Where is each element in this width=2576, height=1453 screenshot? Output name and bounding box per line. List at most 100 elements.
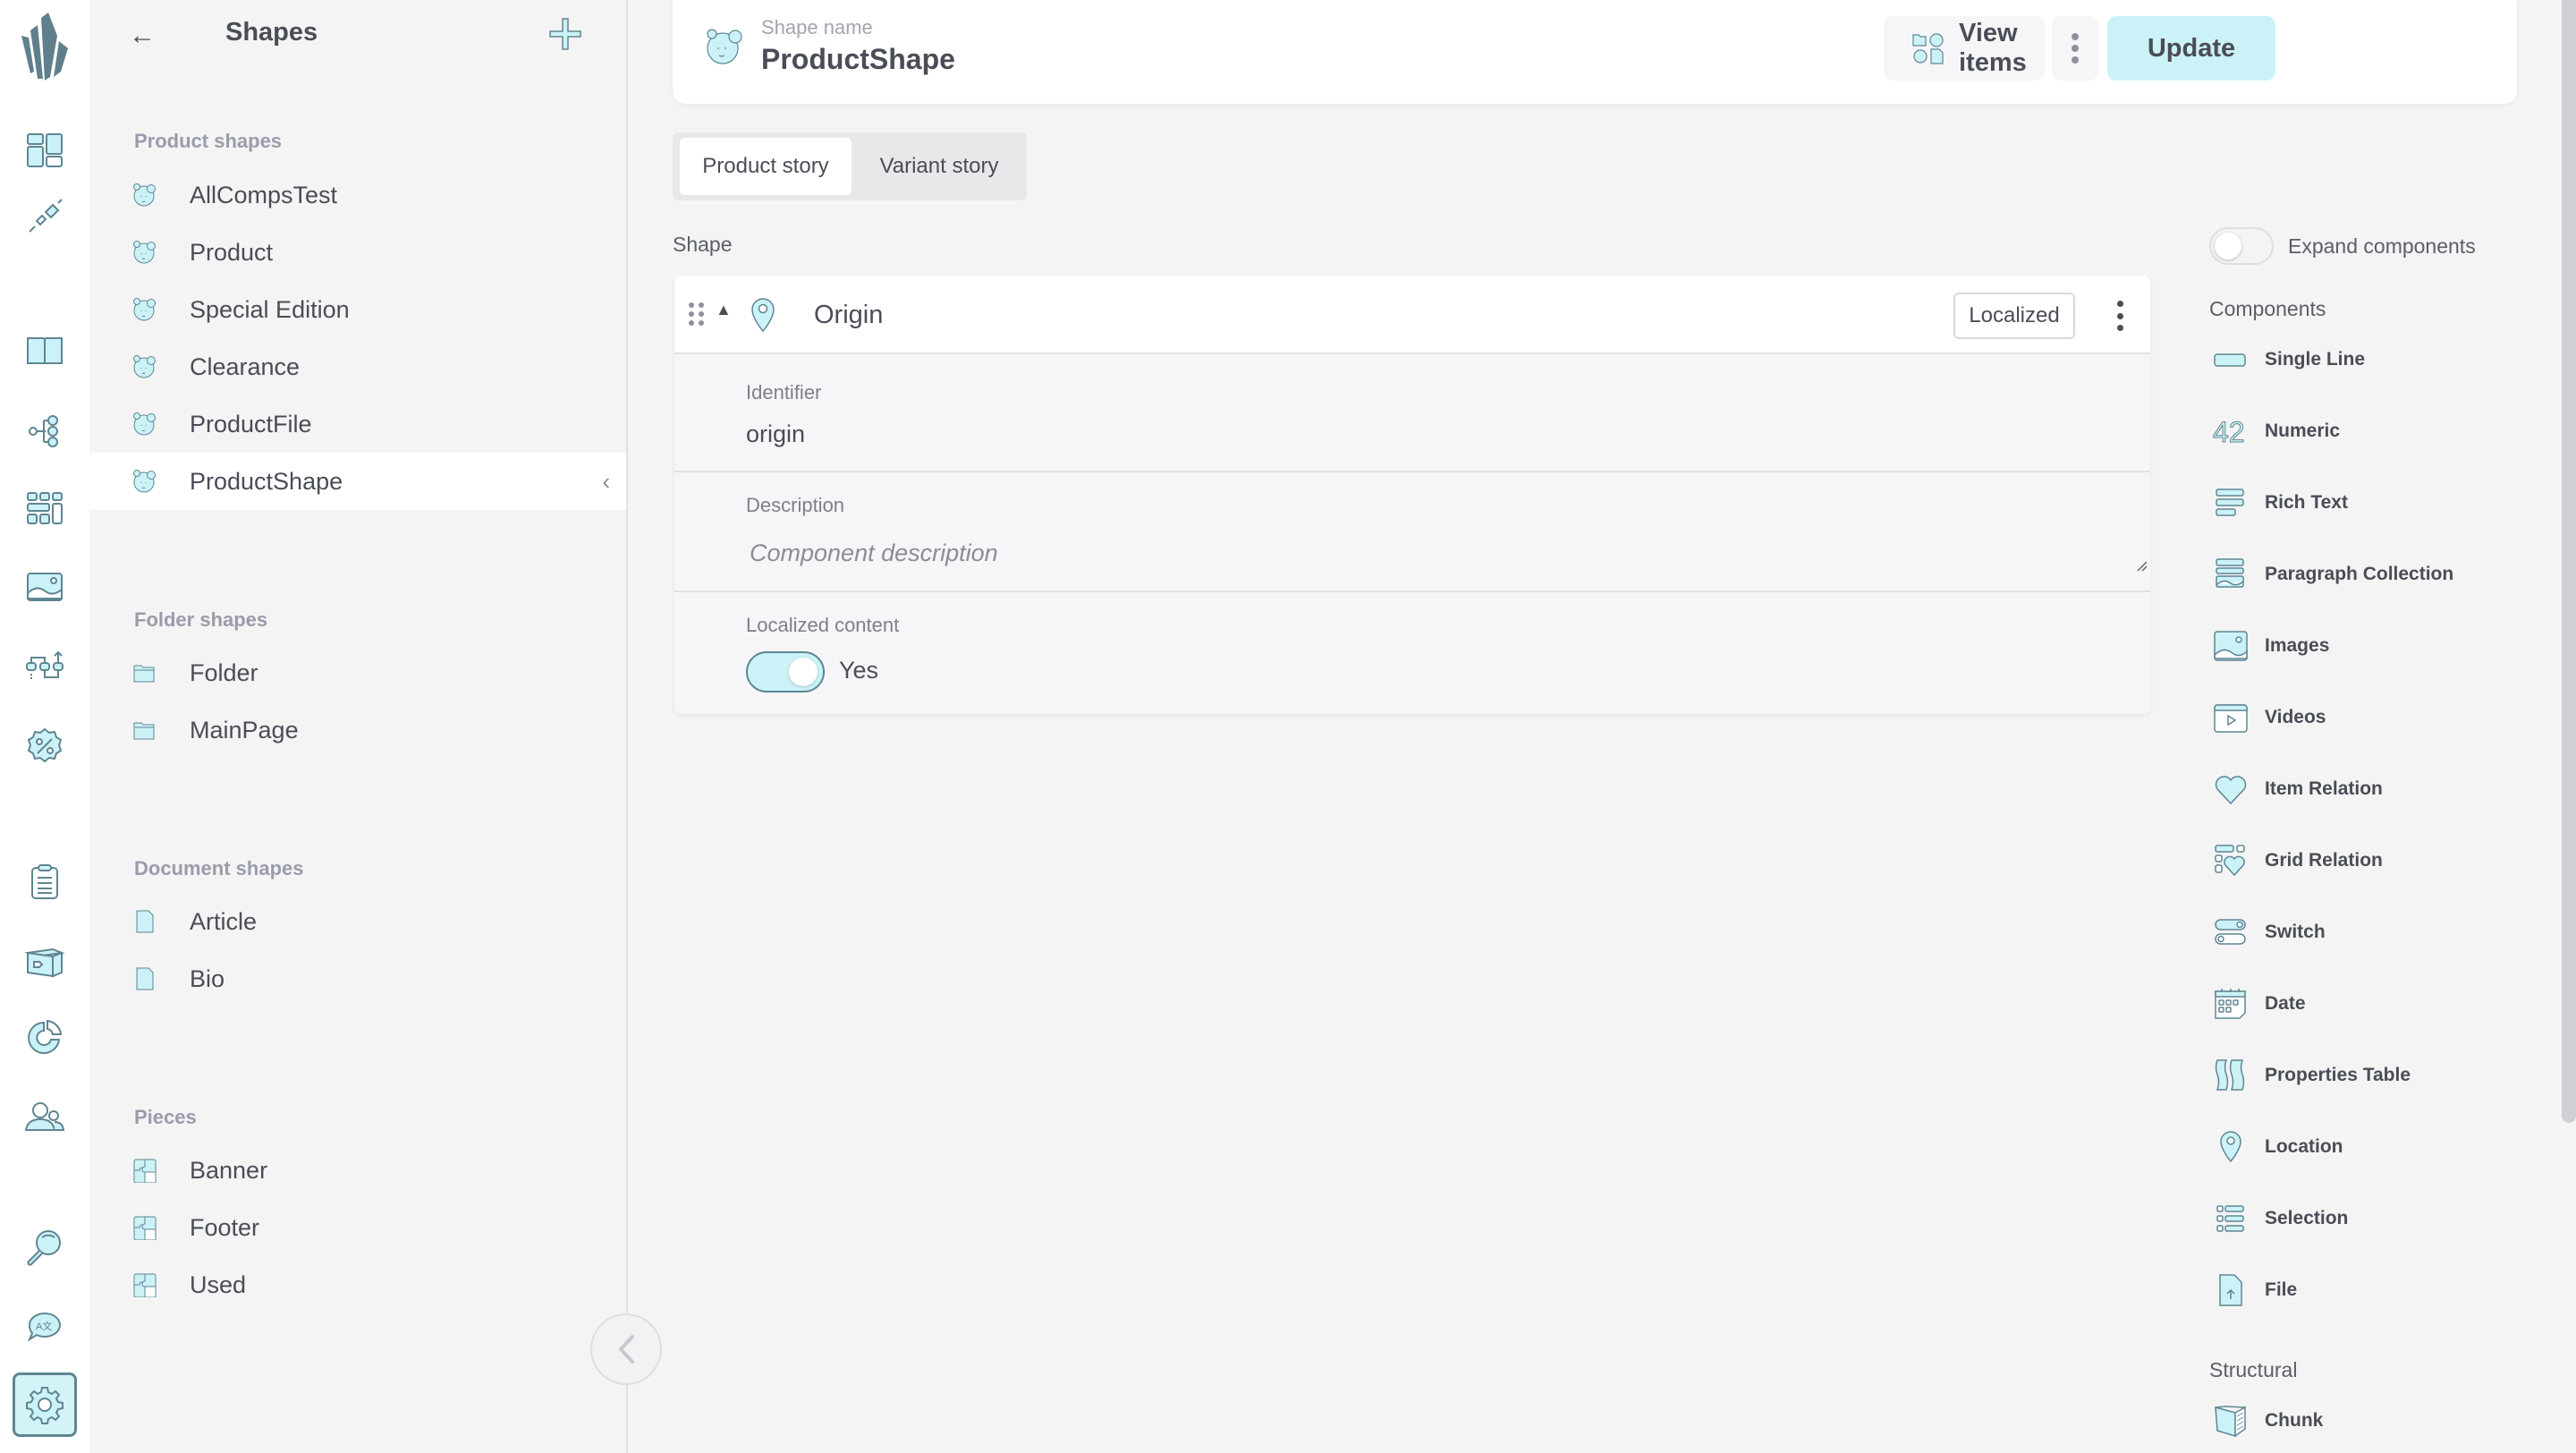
nav-orders[interactable] (13, 850, 77, 914)
chunk-icon (2215, 1406, 2246, 1438)
component-label: Switch (2265, 922, 2326, 942)
crystallize-logo-icon[interactable] (18, 9, 72, 84)
nav-search[interactable] (13, 1215, 77, 1279)
components-title: Components (2209, 297, 2326, 320)
component-menu-button[interactable] (2111, 301, 2129, 331)
nav-grids[interactable] (13, 476, 77, 540)
component-rich-text[interactable]: Rich Text (2209, 476, 2531, 530)
component-images[interactable]: Images (2209, 619, 2531, 673)
component-properties-table[interactable]: Properties Table (2209, 1049, 2531, 1102)
location-icon (2220, 1131, 2241, 1163)
shape-item[interactable]: Footer (89, 1199, 626, 1256)
component-grid-relation[interactable]: Grid Relation (2209, 834, 2531, 888)
panel-divider[interactable] (626, 0, 628, 1453)
shape-item[interactable]: MainPage (89, 701, 626, 759)
product-shape-icon (133, 241, 156, 264)
identifier-label: Identifier (746, 381, 822, 404)
product-shape-icon (133, 470, 156, 493)
nav-customers[interactable] (13, 1084, 77, 1149)
nav-topics[interactable] (13, 399, 77, 463)
description-input[interactable] (746, 535, 2123, 571)
shape-item-label: Clearance (190, 353, 301, 380)
nav-price-variants[interactable] (13, 714, 77, 778)
component-paragraph-collection[interactable]: Paragraph Collection (2209, 548, 2531, 601)
svg-text:42: 42 (2213, 416, 2245, 448)
component-label: Date (2265, 993, 2306, 1014)
nav-dashboard[interactable] (13, 118, 77, 183)
tab-variant-story[interactable]: Variant story (859, 138, 1020, 195)
shape-item[interactable]: Clearance (89, 338, 626, 395)
kebab-dot (2072, 56, 2079, 64)
shape-item[interactable]: Used (89, 1256, 626, 1313)
resize-grip-icon[interactable] (2136, 560, 2148, 573)
structural-title: Structural (2209, 1358, 2298, 1381)
tab-product-story[interactable]: Product story (680, 138, 852, 195)
more-options-button[interactable] (2052, 16, 2098, 81)
component-file[interactable]: File (2209, 1263, 2531, 1317)
collapse-panel-button[interactable] (590, 1313, 662, 1385)
shape-section-label: Shape (673, 233, 733, 256)
component-label: Single Line (2265, 349, 2366, 370)
shape-item-active[interactable]: ProductShape ‹ (89, 453, 626, 510)
localized-badge[interactable]: Localized (1953, 293, 2075, 339)
nav-catalogue[interactable] (13, 319, 77, 383)
document-icon (136, 967, 154, 990)
search-icon (27, 1230, 61, 1266)
nav-analytics[interactable] (13, 1006, 77, 1070)
shape-item[interactable]: Bio (89, 950, 626, 1007)
component-chunk[interactable]: Chunk (2209, 1394, 2531, 1448)
component-location[interactable]: Location (2209, 1120, 2531, 1174)
shape-item-label: Bio (190, 964, 225, 992)
component-item-relation[interactable]: Item Relation (2209, 762, 2531, 816)
shape-name-value[interactable]: ProductShape (761, 43, 955, 76)
kebab-dot (2072, 45, 2079, 52)
toggle-knob (789, 658, 818, 686)
image-icon (27, 573, 63, 601)
group-title-pieces: Pieces (134, 1106, 197, 1128)
svg-text:A文: A文 (36, 1320, 52, 1332)
shape-item[interactable]: Product (89, 224, 626, 281)
shape-item[interactable]: Banner (89, 1142, 626, 1199)
back-arrow-icon[interactable]: ← (129, 20, 156, 52)
identifier-value[interactable]: origin (746, 421, 805, 448)
collapse-caret-icon[interactable]: ▲ (716, 301, 732, 319)
nav-translations[interactable]: A文 (13, 1294, 77, 1358)
shape-item[interactable]: Folder (89, 644, 626, 701)
folder-icon (133, 665, 155, 683)
localized-content-field: Localized content Yes (674, 592, 2150, 714)
shape-item[interactable]: Special Edition (89, 281, 626, 338)
component-numeric[interactable]: 42 Numeric (2209, 404, 2531, 458)
puzzle-icon (133, 1159, 157, 1183)
localized-content-toggle[interactable] (746, 651, 825, 693)
component-label: Videos (2265, 707, 2326, 727)
add-shape-plus-icon[interactable] (547, 16, 583, 52)
group-title-product-shapes: Product shapes (134, 130, 283, 152)
plug-icon (29, 199, 63, 233)
group-title-folder-shapes: Folder shapes (134, 608, 268, 631)
nav-integrations[interactable] (13, 184, 77, 249)
component-date[interactable]: Date (2209, 977, 2531, 1031)
rich-text-icon (2216, 489, 2244, 516)
nav-media[interactable] (13, 555, 77, 619)
component-single-line[interactable]: Single Line (2209, 333, 2531, 387)
description-label: Description (746, 494, 845, 516)
nav-fulfilment[interactable] (13, 929, 77, 993)
shape-item-label: MainPage (190, 716, 299, 743)
nav-settings[interactable] (13, 1372, 77, 1437)
shape-item[interactable]: Article (89, 893, 626, 950)
update-button[interactable]: Update (2107, 16, 2275, 81)
shape-item[interactable]: ProductFile (89, 395, 626, 453)
shape-item[interactable]: AllCompsTest (89, 166, 626, 224)
nav-flows[interactable] (13, 635, 77, 700)
expand-components-toggle[interactable] (2209, 227, 2274, 265)
component-header[interactable]: ▲ Origin Localized (674, 276, 2150, 354)
component-selection[interactable]: Selection (2209, 1192, 2531, 1245)
component-card: ▲ Origin Localized Identifier origin Des… (674, 276, 2150, 714)
component-switch[interactable]: Switch (2209, 905, 2531, 959)
page-scrollbar[interactable] (2562, 0, 2576, 1123)
component-label: Location (2265, 1136, 2343, 1157)
component-videos[interactable]: Videos (2209, 691, 2531, 744)
drag-handle-icon[interactable] (689, 302, 705, 326)
view-items-button[interactable]: View items (1884, 16, 2045, 81)
translate-icon: A文 (27, 1312, 61, 1342)
